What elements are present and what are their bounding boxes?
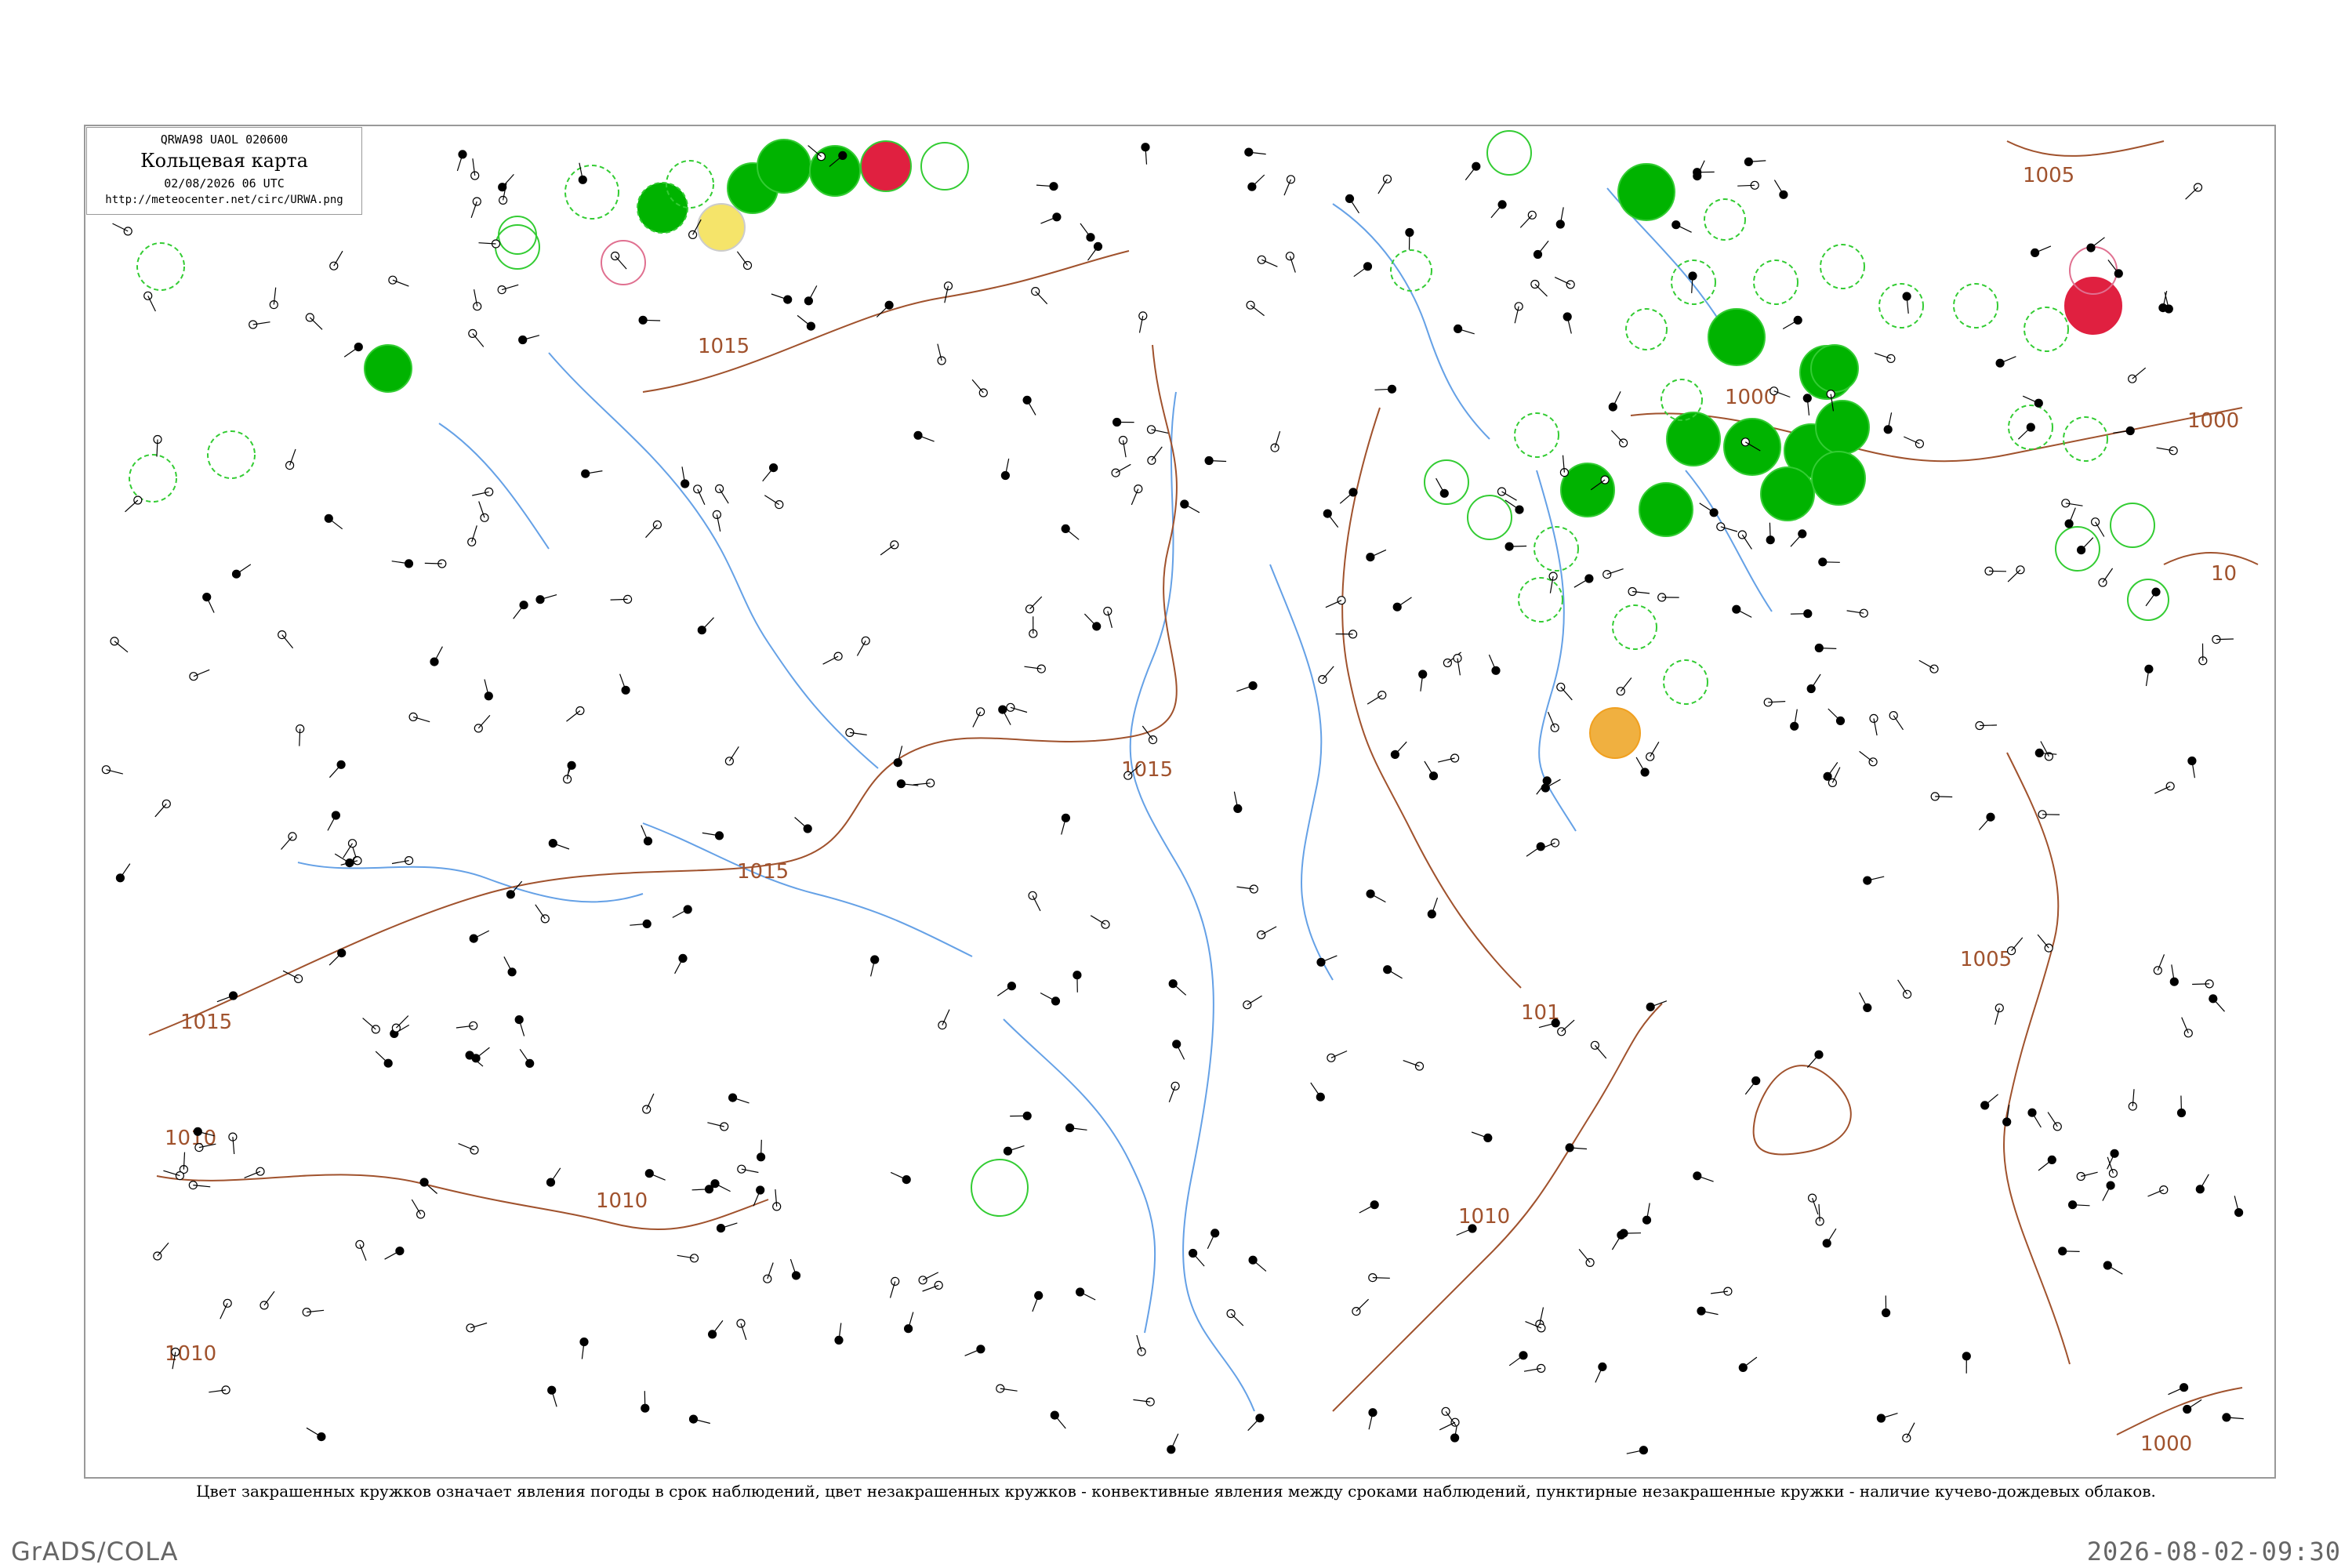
thunderstorm-circle [2064,277,2122,335]
isobar-label: 1015 [698,335,750,358]
map-datetime: 02/08/2026 06 UTC [164,176,285,191]
rain-circle [1723,418,1781,476]
station-marker [1600,475,1610,485]
wind-barb [2180,1095,2183,1113]
map-caption: Цвет закрашенных кружков означает явлени… [196,1482,2156,1501]
rain-circle [1560,463,1615,517]
rain-circle [637,182,688,234]
map-title: Кольцевая карта [140,150,308,172]
isobar-label: 1010 [1458,1205,1510,1229]
rain-circle [1760,466,1815,521]
rain-circle [1811,451,1866,506]
fog-circle [697,203,746,252]
wind-barb [1979,724,1998,727]
rain-circle [1617,163,1675,221]
wind-barb [1790,613,1808,615]
isobar-label: 1015 [180,1011,232,1034]
station-marker [395,1246,405,1256]
thunderstorm-circle [860,140,912,192]
isobar-label: 1000 [2140,1432,2192,1456]
rain-circle [1708,308,1766,366]
wind-barb [1372,1277,1390,1279]
isobar-label: 1010 [165,1127,216,1150]
rain-circle [364,344,412,393]
wind-barb [1769,522,1771,540]
isobar-label: 1005 [1960,948,2012,971]
isobar-label: 1000 [1725,386,1777,409]
wind-barb [1509,545,1527,547]
wind-barb [424,562,442,564]
isobar-label: 10 [2211,562,2237,586]
footer-software: GrADS/COLA [11,1537,179,1566]
isobar-label: 1010 [596,1189,648,1213]
dust-circle [1589,707,1641,759]
wind-barb [643,319,661,321]
wind-barb [760,1139,762,1157]
wind-barb [610,598,628,601]
rain-circle [1666,412,1721,466]
station-marker [193,1127,202,1136]
wind-barb [1822,561,1840,563]
map-frame [84,125,2276,1479]
rain-circle [757,139,811,194]
wind-barb [2062,1250,2080,1252]
rain-circle [1815,400,1870,455]
wind-barb [644,1391,646,1409]
isobar-label: 1000 [2187,409,2239,433]
isobar-label: 1015 [737,860,789,884]
footer-timestamp: 2026-08-02-09:30 [2086,1537,2341,1566]
source-url[interactable]: http://meteocenter.net/circ/URWA.png [87,194,361,206]
bulletin-code: QRWA98 UAOL 020600 [160,132,289,147]
rain-circle [1810,344,1859,393]
isobar-label: 1005 [2023,164,2074,187]
wind-barb [2192,983,2210,985]
weather-map: 1015 1015 1015 1015 101 1010 1010 1010 1… [84,125,2276,1479]
rain-circle [1639,482,1693,537]
map-header: QRWA98 UAOL 020600 Кольцевая карта 02/08… [86,127,362,215]
wind-barb [2216,638,2234,641]
